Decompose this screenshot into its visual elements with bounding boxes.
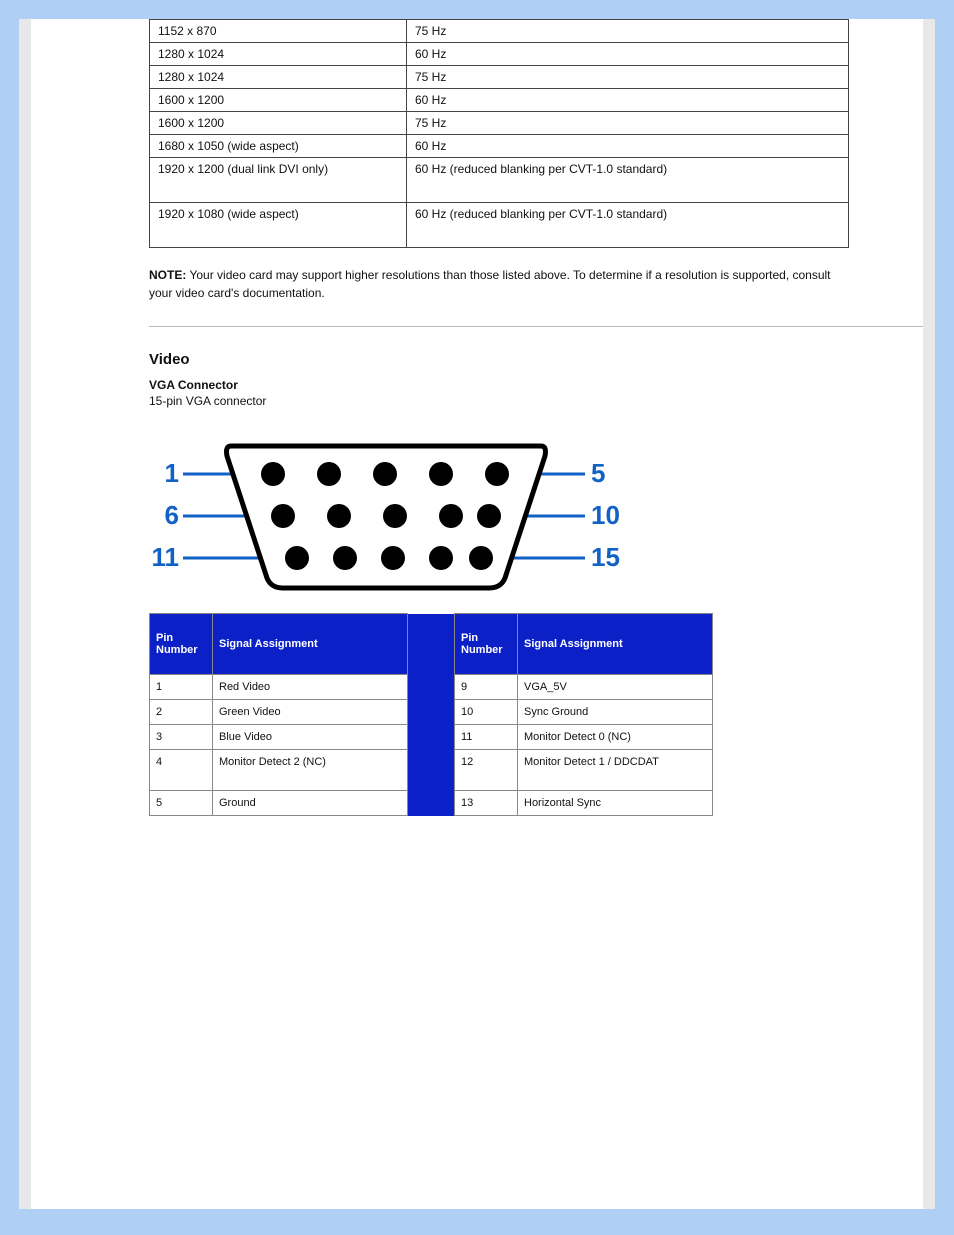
table-row: 1152 x 87075 Hz [150, 20, 849, 43]
cell-sig: Horizontal Sync [518, 791, 713, 816]
cell-hz: 75 Hz [407, 20, 849, 43]
cell-res: 1920 x 1200 (dual link DVI only) [150, 158, 407, 203]
sub-text: 15-pin VGA connector [149, 394, 923, 408]
pin-label-10: 10 [591, 500, 620, 530]
cell-spacer [408, 700, 455, 725]
cell-res: 1280 x 1024 [150, 66, 407, 89]
table-row: 1280 x 102475 Hz [150, 66, 849, 89]
cell-spacer [408, 725, 455, 750]
th-sig-right: Signal Assignment [518, 614, 713, 675]
pin-label-6: 6 [165, 500, 179, 530]
cell-pin: 11 [455, 725, 518, 750]
table-row: 4 Monitor Detect 2 (NC) 12 Monitor Detec… [150, 750, 713, 791]
table-row: 1680 x 1050 (wide aspect)60 Hz [150, 135, 849, 158]
cell-pin: 9 [455, 675, 518, 700]
cell-res: 1600 x 1200 [150, 112, 407, 135]
resolution-table: 1152 x 87075 Hz 1280 x 102460 Hz 1280 x … [149, 19, 849, 248]
table-row: 2 Green Video 10 Sync Ground [150, 700, 713, 725]
cell-sig: Ground [213, 791, 408, 816]
cell-hz: 60 Hz (reduced blanking per CVT-1.0 stan… [407, 158, 849, 203]
cell-hz: 60 Hz [407, 43, 849, 66]
cell-sig: Monitor Detect 0 (NC) [518, 725, 713, 750]
table-row: 1600 x 120075 Hz [150, 112, 849, 135]
cell-sig: Green Video [213, 700, 408, 725]
cell-res: 1600 x 1200 [150, 89, 407, 112]
cell-pin: 5 [150, 791, 213, 816]
page-frame: 1152 x 87075 Hz 1280 x 102460 Hz 1280 x … [18, 18, 936, 1210]
note-block: NOTE: Your video card may support higher… [149, 266, 849, 302]
cell-pin: 10 [455, 700, 518, 725]
cell-pin: 1 [150, 675, 213, 700]
note-text: Your video card may support higher resol… [149, 268, 831, 300]
cell-spacer [408, 675, 455, 700]
page-content: 1152 x 87075 Hz 1280 x 102460 Hz 1280 x … [31, 19, 923, 816]
cell-hz: 60 Hz (reduced blanking per CVT-1.0 stan… [407, 203, 849, 248]
left-gutter [19, 19, 31, 1209]
table-row: 1280 x 102460 Hz [150, 43, 849, 66]
cell-sig: Monitor Detect 2 (NC) [213, 750, 408, 791]
cell-spacer [408, 791, 455, 816]
th-pin-right: Pin Number [455, 614, 518, 675]
sub-title: VGA Connector [149, 378, 923, 392]
cell-sig: Red Video [213, 675, 408, 700]
cell-hz: 60 Hz [407, 89, 849, 112]
table-row: 3 Blue Video 11 Monitor Detect 0 (NC) [150, 725, 713, 750]
pin-table-wrap: Pin Number Signal Assignment Pin Number … [149, 613, 923, 816]
cell-res: 1280 x 1024 [150, 43, 407, 66]
cell-res: 1920 x 1080 (wide aspect) [150, 203, 407, 248]
cell-pin: 13 [455, 791, 518, 816]
cell-sig: Sync Ground [518, 700, 713, 725]
cell-hz: 60 Hz [407, 135, 849, 158]
cell-pin: 4 [150, 750, 213, 791]
cell-sig: Blue Video [213, 725, 408, 750]
cell-hz: 75 Hz [407, 66, 849, 89]
th-spacer [408, 614, 455, 675]
table-row: 5 Ground 13 Horizontal Sync [150, 791, 713, 816]
vga-connector-icon: 1 6 11 5 10 15 [149, 426, 629, 596]
cell-pin: 12 [455, 750, 518, 791]
cell-pin: 3 [150, 725, 213, 750]
pin-label-5: 5 [591, 458, 605, 488]
pin-label-1: 1 [165, 458, 179, 488]
cell-sig: VGA_5V [518, 675, 713, 700]
section-title: Video [149, 351, 923, 368]
th-pin-left: Pin Number [150, 614, 213, 675]
cell-spacer [408, 750, 455, 791]
table-row: 1920 x 1080 (wide aspect)60 Hz (reduced … [150, 203, 849, 248]
th-sig-left: Signal Assignment [213, 614, 408, 675]
cell-res: 1680 x 1050 (wide aspect) [150, 135, 407, 158]
table-row: 1600 x 120060 Hz [150, 89, 849, 112]
vga-connector-diagram: 1 6 11 5 10 15 [149, 426, 923, 599]
cell-sig: Monitor Detect 1 / DDCDAT [518, 750, 713, 791]
table-row: 1 Red Video 9 VGA_5V [150, 675, 713, 700]
cell-pin: 2 [150, 700, 213, 725]
pin-label-15: 15 [591, 542, 620, 572]
section-divider [149, 326, 929, 327]
note-label: NOTE: [149, 268, 186, 282]
right-gutter [923, 19, 935, 1209]
pin-label-11: 11 [152, 542, 180, 572]
cell-res: 1152 x 870 [150, 20, 407, 43]
pin-table-header: Pin Number Signal Assignment Pin Number … [150, 614, 713, 675]
cell-hz: 75 Hz [407, 112, 849, 135]
table-row: 1920 x 1200 (dual link DVI only)60 Hz (r… [150, 158, 849, 203]
pin-table: Pin Number Signal Assignment Pin Number … [149, 613, 713, 816]
